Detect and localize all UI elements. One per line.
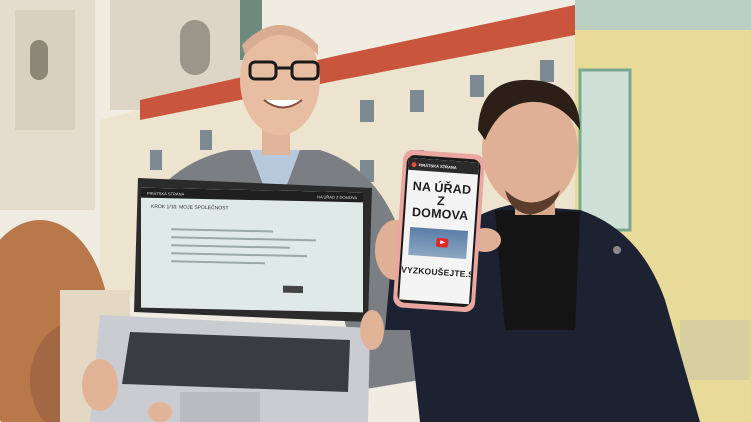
phone-brand: PIRÁTSKÁ STRANA — [418, 161, 457, 170]
photo-scene: PIRÁTSKÁ STRANA NA ÚŘAD Z DOMOVA KROK 1/… — [0, 0, 751, 422]
play-icon — [435, 237, 449, 248]
laptop-form-lines — [171, 228, 341, 272]
pirate-logo-icon — [411, 161, 417, 167]
phone-cta-text: VYZKOUŠEJTE.SI — [400, 264, 477, 280]
laptop-page-title: KROK 1/10: MOJE SPOLEČNOST — [151, 203, 229, 212]
phone-headline-line2: DOMOVA — [411, 205, 469, 223]
photo-illustration — [0, 0, 751, 422]
phone-video-thumbnail — [408, 226, 469, 259]
phone-headline: NA ÚŘAD Z DOMOVA — [405, 179, 478, 224]
laptop-next-button — [283, 285, 303, 294]
laptop-screen: PIRÁTSKÁ STRANA NA ÚŘAD Z DOMOVA KROK 1/… — [141, 187, 363, 313]
laptop-bar-title: NA ÚŘAD Z DOMOVA — [317, 193, 357, 200]
phone-screen: PIRÁTSKÁ STRANA NA ÚŘAD Z DOMOVA VYZKOUŠ… — [399, 157, 479, 305]
laptop-brand: PIRÁTSKÁ STRANA — [147, 190, 185, 197]
